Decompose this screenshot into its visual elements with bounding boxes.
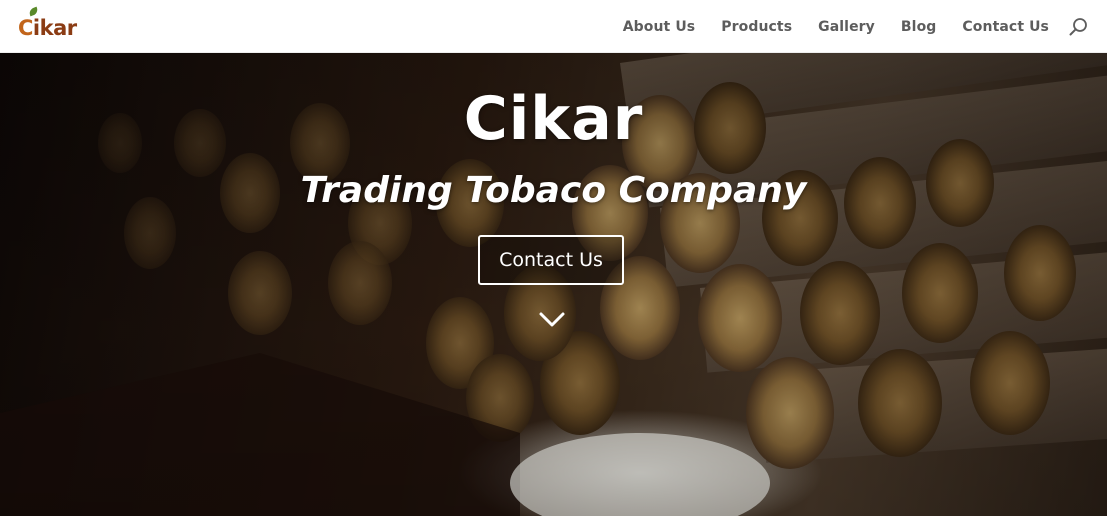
main-nav: About Us Products Gallery Blog Contact U…: [623, 0, 1049, 53]
site-header: Cikar About Us Products Gallery Blog Con…: [0, 0, 1107, 53]
search-icon[interactable]: [1069, 17, 1088, 36]
nav-blog[interactable]: Blog: [901, 19, 937, 35]
logo-text-first: C: [18, 16, 33, 40]
nav-contact-us[interactable]: Contact Us: [962, 19, 1049, 35]
hero-title: Cikar: [463, 84, 644, 154]
logo-text-rest: ikar: [32, 16, 77, 40]
logo-leaf-icon: [28, 6, 39, 17]
chevron-down-icon[interactable]: [537, 306, 567, 332]
nav-gallery[interactable]: Gallery: [818, 19, 875, 35]
nav-about-us[interactable]: About Us: [623, 19, 696, 35]
nav-products[interactable]: Products: [721, 19, 792, 35]
contact-us-button[interactable]: Contact Us: [478, 235, 624, 285]
hero-subtitle: Trading Tobaco Company: [300, 170, 807, 211]
site-logo[interactable]: Cikar: [18, 6, 77, 40]
hero-section: Cikar Trading Tobaco Company Contact Us: [0, 53, 1107, 516]
